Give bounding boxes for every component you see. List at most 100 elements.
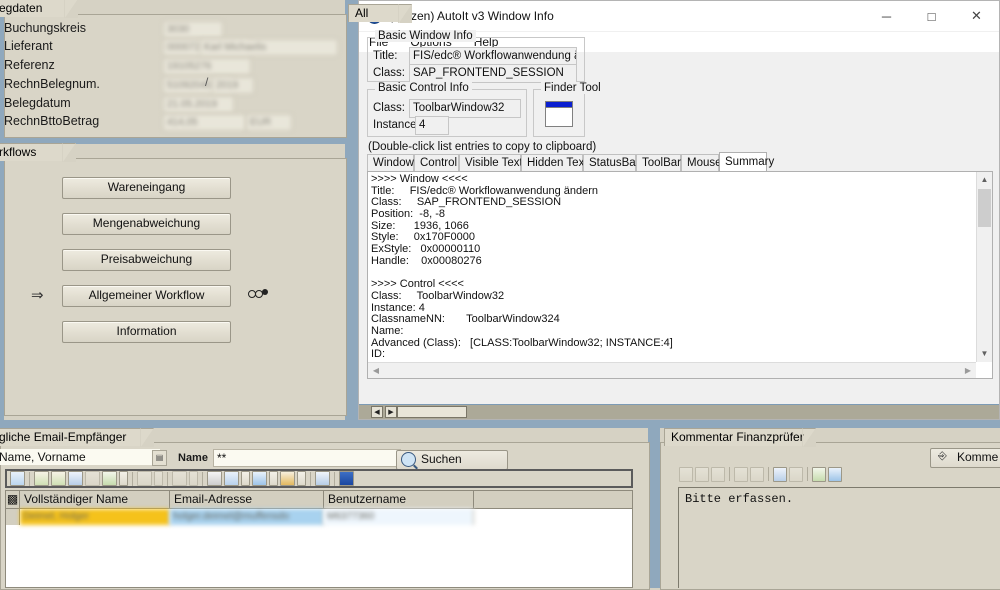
tab-toolbar[interactable]: ToolBar [636, 154, 681, 171]
sort-descending-icon[interactable] [51, 471, 66, 486]
email-recipients-tab[interactable]: gliche Email-Empfänger [0, 428, 154, 447]
scroll-right-arrow-icon[interactable]: ▶ [960, 363, 976, 378]
comment-find-icon[interactable] [773, 466, 788, 482]
cell-filler [474, 509, 632, 525]
summary-horizontal-scrollbar[interactable]: ◀ ▶ [368, 362, 976, 378]
pin-icon: ⎆ [938, 450, 947, 462]
close-button[interactable]: ✕ [954, 1, 999, 31]
document-data-tab[interactable]: egdaten [0, 0, 78, 18]
export-text-icon[interactable] [828, 466, 843, 482]
summary-line[interactable]: Handle: 0x00080276 [371, 255, 975, 268]
summary-line[interactable]: ID: [371, 349, 975, 361]
graphic-icon[interactable] [315, 471, 330, 486]
hidden-tab-all[interactable]: All [348, 4, 412, 23]
workflows-tab[interactable]: rkflows [0, 143, 76, 162]
tab-visible-text[interactable]: Visible Text [459, 154, 523, 171]
grid-header-row: ▩ Vollständiger Name Email-Adresse Benut… [6, 491, 632, 509]
control-instance-label: Instance: [373, 119, 420, 131]
grid-col-full-name[interactable]: Vollständiger Name [20, 491, 170, 508]
sort-ascending-icon[interactable] [34, 471, 49, 486]
sap-scroll-right-icon[interactable]: ▶ [385, 406, 397, 418]
comment-panel-tab[interactable]: Kommentar Finanzprüfer [664, 428, 816, 447]
workflow-button-mengenabweichung[interactable]: Mengenabweichung [62, 213, 231, 235]
scroll-left-arrow-icon[interactable]: ◀ [368, 363, 384, 378]
field-value-rechnbttobetrag[interactable]: 414,05 [163, 114, 246, 131]
maximize-button[interactable]: □ [909, 1, 954, 31]
autoit-window-title: (Frozen) AutoIt v3 Window Info [389, 9, 554, 23]
filter-icon[interactable] [102, 471, 117, 486]
grid-select-all-icon[interactable]: ▩ [6, 491, 20, 508]
email-recipients-grid[interactable]: ▩ Vollständiger Name Email-Adresse Benut… [5, 490, 633, 588]
panel-divider-vertical [345, 0, 359, 420]
tab-mouse[interactable]: Mouse [681, 154, 722, 171]
print-preview-icon[interactable] [224, 471, 239, 486]
redo-icon [750, 466, 765, 482]
summary-line[interactable]: Name: [371, 325, 975, 338]
subtotal-menu-icon [189, 471, 198, 486]
autoit-title-bar[interactable]: (Frozen) AutoIt v3 Window Info ─ □ ✕ [359, 1, 999, 32]
workflow-button-information[interactable]: Information [62, 321, 231, 343]
sap-scroll-thumb[interactable] [397, 406, 467, 418]
sort-field-dropdown-icon[interactable]: ▤ [152, 450, 167, 466]
details-icon[interactable] [10, 471, 25, 486]
total-menu-icon [154, 471, 163, 486]
scroll-down-arrow-icon[interactable]: ▼ [977, 346, 992, 362]
field-value-geschaeftsjahr[interactable]: 2019 [212, 77, 254, 94]
undo-icon [734, 466, 749, 482]
alv-toolbar[interactable] [5, 469, 633, 488]
info-icon[interactable] [339, 471, 354, 486]
summary-line[interactable]: Advanced (Class): [CLASS:ToolbarWindow32… [371, 337, 975, 350]
field-value-belegdatum[interactable]: 21.05.2019 [163, 96, 234, 113]
filter-menu-icon[interactable] [119, 471, 128, 486]
layout-menu-icon[interactable] [297, 471, 306, 486]
comment-textarea[interactable]: Bitte erfassen. [678, 487, 1000, 588]
class-value-field[interactable]: SAP_FRONTEND_SESSION [409, 64, 577, 83]
vertical-scroll-thumb[interactable] [978, 189, 991, 227]
field-label-belegdatum: Belegdatum [4, 96, 71, 110]
tab-summary[interactable]: Summary [719, 152, 774, 171]
export-icon[interactable] [252, 471, 267, 486]
find-icon[interactable] [68, 471, 83, 486]
tab-window[interactable]: Window [367, 154, 414, 171]
name-filter-input[interactable]: ** [213, 449, 401, 467]
export-menu-icon[interactable] [269, 471, 278, 486]
workflow-button-preisabweichung[interactable]: Preisabweichung [62, 249, 231, 271]
summary-line[interactable]: ClassnameNN: ToolbarWindow324 [371, 314, 975, 326]
import-text-icon[interactable] [811, 466, 827, 482]
workflow-button-wareneingang[interactable]: Wareneingang [62, 177, 231, 199]
scroll-up-arrow-icon[interactable]: ▲ [977, 172, 992, 188]
layout-icon[interactable] [280, 471, 295, 486]
autoit-window-info-window[interactable]: (Frozen) AutoIt v3 Window Info ─ □ ✕ Fil… [358, 0, 1000, 420]
field-value-waehrung[interactable]: EUR [246, 114, 292, 131]
summary-line[interactable]: >>>> Window <<<< [371, 174, 975, 186]
table-row[interactable]: Deimel, Holger holger.deimel@muffensdo M… [6, 509, 632, 525]
autoit-tab-bar[interactable]: Window Control Visible Text Hidden Text … [367, 152, 993, 171]
control-instance-value-field[interactable]: 4 [415, 116, 449, 135]
tab-hidden-text[interactable]: Hidden Text [521, 154, 588, 171]
summary-vertical-scrollbar[interactable]: ▲ ▼ [976, 172, 992, 362]
summary-list-box[interactable]: >>>> Window <<<< Title: FIS/edc® Workflow… [367, 171, 993, 379]
grid-col-email[interactable]: Email-Adresse [170, 491, 324, 508]
field-value-referenz[interactable]: 19105276 [163, 58, 251, 75]
summary-line[interactable]: Class: ToolbarWindow32 [371, 290, 975, 303]
summary-line[interactable]: Position: -8, -8 [371, 208, 975, 221]
cell-username[interactable]: M6377360 [324, 509, 474, 525]
tab-statusbar[interactable]: StatusBar [583, 154, 640, 171]
sap-horizontal-scrollbar[interactable]: ◀ ▶ [359, 404, 999, 419]
cell-full-name[interactable]: Deimel, Holger [20, 509, 170, 525]
cell-email[interactable]: holger.deimel@muffensdo [170, 509, 324, 525]
workflow-button-allgemeiner-workflow[interactable]: Allgemeiner Workflow [62, 285, 231, 307]
basic-window-info-caption: Basic Window Info [375, 30, 476, 42]
field-value-buchungskreis[interactable]: 3030 [163, 21, 223, 38]
finder-target-icon[interactable] [545, 101, 573, 127]
sap-scroll-left-icon[interactable]: ◀ [371, 406, 383, 418]
print-menu-icon[interactable] [241, 471, 250, 486]
sort-field-input[interactable]: Name, Vorname [0, 449, 160, 465]
print-icon[interactable] [207, 471, 222, 486]
row-selector[interactable] [6, 509, 20, 525]
grid-col-username[interactable]: Benutzername [324, 491, 474, 508]
comment-toolbar[interactable] [678, 465, 843, 483]
minimize-button[interactable]: ─ [864, 1, 909, 31]
summary-line[interactable]: Class: SAP_FRONTEND_SESSION [371, 197, 975, 209]
tab-control[interactable]: Control [414, 154, 459, 171]
